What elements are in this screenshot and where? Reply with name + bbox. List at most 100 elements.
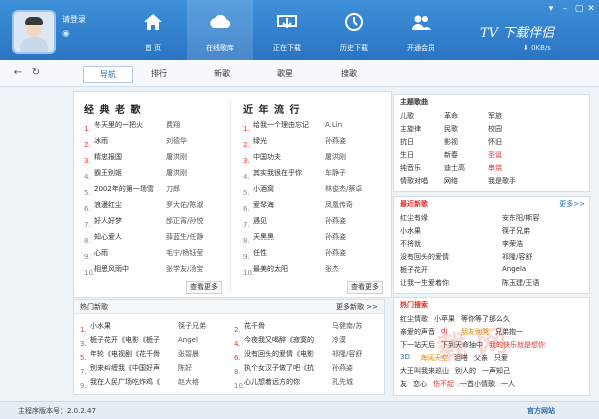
song-artist[interactable]: 祁隆/容舒 — [332, 348, 376, 360]
hot-search-keyword[interactable]: 海阔天空 — [420, 353, 448, 363]
hot-search-keyword[interactable]: 亲爱的声音 — [400, 327, 435, 337]
song-row[interactable]: 9. 任性 孙燕姿 — [243, 247, 346, 261]
song-title[interactable]: 中国功夫 — [253, 151, 315, 163]
song-row[interactable]: 8. 知心爱人 薛蓝生/任静 — [84, 231, 203, 245]
song-row[interactable]: 8. 天黑黑 孙燕姿 — [243, 231, 346, 245]
song-title[interactable]: 执个女汉子做了吧《抗 — [244, 362, 330, 374]
song-artist[interactable]: 孙燕姿 — [332, 362, 376, 374]
hot-search-keyword[interactable]: 只爱 — [494, 353, 508, 363]
song-row[interactable]: 9. 我在人民广场吃炸鸡《 赵大格 — [80, 376, 199, 390]
song-artist[interactable]: 孙燕姿 — [325, 135, 375, 147]
song-artist[interactable]: 费翔 — [166, 119, 216, 131]
maximize-button[interactable]: ▢ — [574, 4, 584, 14]
song-title[interactable]: 没有回头的爱情《电影 — [244, 348, 330, 360]
close-button[interactable]: ✕ — [586, 4, 596, 14]
tab-ranking[interactable]: 排行 — [135, 66, 183, 81]
tab-guide[interactable]: 导航 — [83, 66, 133, 83]
hot-search-keyword[interactable]: 朋友别哭 — [461, 327, 489, 337]
song-row[interactable]: 4. 今夜我又喝醉《寂寞的 冷漠 — [234, 334, 346, 348]
song-title[interactable]: 知心爱人 — [94, 231, 156, 243]
avatar[interactable] — [14, 12, 54, 52]
song-artist[interactable]: 凤凰传奇 — [325, 199, 375, 211]
song-artist[interactable]: 张学友/汤宝 — [166, 263, 216, 275]
song-artist[interactable]: 毛宁/杨钰莹 — [166, 247, 216, 259]
song-row[interactable]: 2. 花千骨 马健南/苏 — [234, 320, 362, 334]
song-title[interactable]: 任性 — [253, 247, 315, 259]
latest-song-artist[interactable]: 筷子兄弟 — [502, 226, 582, 236]
hot-search-keyword[interactable]: 小苹果 — [434, 314, 455, 324]
song-title[interactable]: 别来纠缠我《中国好声 — [90, 362, 176, 374]
song-title[interactable]: 霸王别姬 — [94, 167, 156, 179]
song-artist[interactable]: 邰正宵/孙悦 — [166, 215, 216, 227]
song-title[interactable]: 栀子花开《电影《栀子 — [90, 334, 176, 346]
song-row[interactable]: 5. 年轮《电视剧《花千骨 张碧晨 — [80, 348, 199, 362]
theme-tag[interactable]: 纯音乐 — [400, 163, 440, 173]
theme-tag[interactable]: 网络 — [444, 176, 484, 186]
song-artist[interactable]: 陈好 — [178, 362, 222, 374]
song-row[interactable]: 10.最美的太阳 张杰 — [243, 263, 339, 277]
song-artist[interactable]: 赵大格 — [178, 376, 222, 388]
theme-tag[interactable]: 怀旧 — [488, 137, 528, 147]
song-title[interactable]: 最美的太阳 — [253, 263, 315, 275]
song-row[interactable]: 7. 好人好梦 邰正宵/孙悦 — [84, 215, 203, 229]
theme-tag[interactable]: 革命 — [444, 111, 484, 121]
theme-tag[interactable]: 影视 — [444, 137, 484, 147]
song-title[interactable]: 精忠报国 — [94, 151, 156, 163]
song-title[interactable]: 小酒窝 — [253, 183, 315, 195]
song-row[interactable]: 5. 2002年的第一场雪 刀郎 — [84, 183, 180, 197]
theme-tag[interactable]: 圣诞 — [488, 150, 528, 160]
nav-home[interactable]: 首 页 — [120, 0, 186, 60]
song-artist[interactable]: A.Lin — [325, 119, 375, 131]
latest-song-title[interactable]: 让我一生爱着你 — [400, 278, 500, 288]
latest-song-title[interactable]: 小水果 — [400, 226, 500, 236]
settings-icon[interactable]: ▾ — [546, 4, 556, 14]
song-row[interactable]: 3. 栀子花开《电影《栀子 Angel — [80, 334, 198, 348]
song-row[interactable]: 5. 小酒窝 林俊杰/蔡卓 — [243, 183, 362, 197]
song-row[interactable]: 1. 冬天里的一把火 费翔 — [84, 119, 180, 133]
song-title[interactable]: 年轮《电视剧《花千骨 — [90, 348, 176, 360]
login-link[interactable]: 请登录 — [62, 14, 86, 25]
refresh-icon[interactable]: ↻ — [30, 67, 42, 79]
latest-more-link[interactable]: 更多>> — [559, 199, 585, 209]
hot-search-keyword[interactable]: 大王叫我来巡山 — [400, 366, 449, 376]
song-title[interactable]: 爱琴海 — [253, 199, 315, 211]
hot-search-keyword[interactable]: 3D — [400, 353, 410, 361]
song-artist[interactable]: 张碧晨 — [178, 348, 222, 360]
hot-search-keyword[interactable]: 下到天命抽中 — [441, 340, 483, 350]
song-artist[interactable]: 孙燕姿 — [325, 247, 375, 259]
hot-search-keyword[interactable]: 红尘情歌 — [400, 314, 428, 324]
nav-online-library[interactable]: 在线歌库 — [187, 0, 253, 60]
song-artist[interactable]: 冷漠 — [332, 334, 376, 346]
tab-new-songs[interactable]: 新歌 — [198, 66, 246, 81]
song-title[interactable]: 遇见 — [253, 215, 315, 227]
song-artist[interactable]: Angel — [178, 334, 222, 346]
classic-more-button[interactable]: 查看更多 — [186, 281, 222, 294]
song-title[interactable]: 天黑黑 — [253, 231, 315, 243]
song-artist[interactable]: 薛蓝生/任静 — [166, 231, 216, 243]
song-title[interactable]: 浪漫红尘 — [94, 199, 156, 211]
theme-tag[interactable]: 校园 — [488, 124, 528, 134]
song-row[interactable]: 4. 霸王别姬 屠洪刚 — [84, 167, 187, 181]
latest-song-artist[interactable]: 李荣浩 — [502, 239, 582, 249]
hot-search-keyword[interactable]: 一首小情歌 — [460, 379, 495, 389]
theme-tag[interactable]: 我是歌手 — [488, 176, 528, 186]
song-title[interactable]: 冬天里的一把火 — [94, 119, 156, 131]
theme-tag[interactable]: 新春 — [444, 150, 484, 160]
recent-more-button[interactable]: 查看更多 — [347, 281, 383, 294]
song-artist[interactable]: 刘德华 — [166, 135, 216, 147]
hot-search-keyword[interactable]: dj — [441, 327, 447, 335]
nav-downloading[interactable]: 正在下载 — [254, 0, 320, 60]
theme-tag[interactable]: 主旋律 — [400, 124, 440, 134]
theme-tag[interactable]: 生日 — [400, 150, 440, 160]
song-title[interactable]: 给我一个理由忘记 — [253, 119, 315, 131]
latest-song-artist[interactable]: 安东阳/斯容 — [502, 213, 582, 223]
hot-search-keyword[interactable]: 父亲 — [474, 353, 488, 363]
song-artist[interactable]: 屠洪刚 — [166, 151, 216, 163]
song-row[interactable]: 6. 爱琴海 凤凰传奇 — [243, 199, 353, 213]
song-title[interactable]: 我在人民广场吃炸鸡《 — [90, 376, 176, 388]
song-row[interactable]: 4. 其实我很在乎你 车静子 — [243, 167, 346, 181]
hot-search-keyword[interactable]: 友 — [400, 379, 407, 389]
song-title[interactable]: 好人好梦 — [94, 215, 156, 227]
latest-song-title[interactable]: 没有回头的爱情 — [400, 252, 500, 262]
hot-search-keyword[interactable]: 等你等了那么久 — [461, 314, 510, 324]
